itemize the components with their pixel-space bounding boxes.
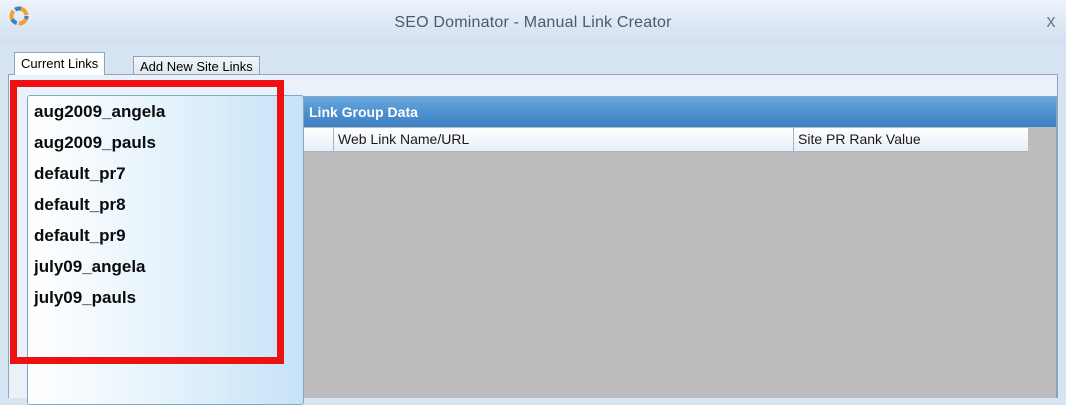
- list-item[interactable]: default_pr7: [34, 164, 126, 184]
- column-header-web-link[interactable]: Web Link Name/URL: [334, 128, 794, 151]
- link-group-data-panel: Link Group Data Web Link Name/URL Site P…: [303, 96, 1057, 398]
- list-item[interactable]: aug2009_pauls: [34, 133, 156, 153]
- column-header-pr-rank[interactable]: Site PR Rank Value: [794, 128, 1028, 151]
- tab-strip: Current Links Add New Site Links: [0, 44, 1066, 75]
- list-item[interactable]: default_pr9: [34, 226, 126, 246]
- list-item[interactable]: july09_angela: [34, 257, 146, 277]
- tab-current-links[interactable]: Current Links: [14, 52, 106, 75]
- list-item[interactable]: july09_pauls: [34, 288, 136, 308]
- close-button[interactable]: x: [1042, 12, 1060, 30]
- title-bar: SEO Dominator - Manual Link Creator x: [0, 0, 1066, 45]
- link-group-list[interactable]: aug2009_angela aug2009_pauls default_pr7…: [27, 95, 304, 405]
- window-title: SEO Dominator - Manual Link Creator: [394, 14, 672, 31]
- grid-column-headers: Web Link Name/URL Site PR Rank Value: [304, 128, 1028, 152]
- row-header-corner: [304, 128, 334, 151]
- list-item[interactable]: aug2009_angela: [34, 102, 165, 122]
- tab-add-new-site-links[interactable]: Add New Site Links: [133, 56, 260, 75]
- list-item[interactable]: default_pr8: [34, 195, 126, 215]
- group-data-header: Link Group Data: [304, 97, 1056, 127]
